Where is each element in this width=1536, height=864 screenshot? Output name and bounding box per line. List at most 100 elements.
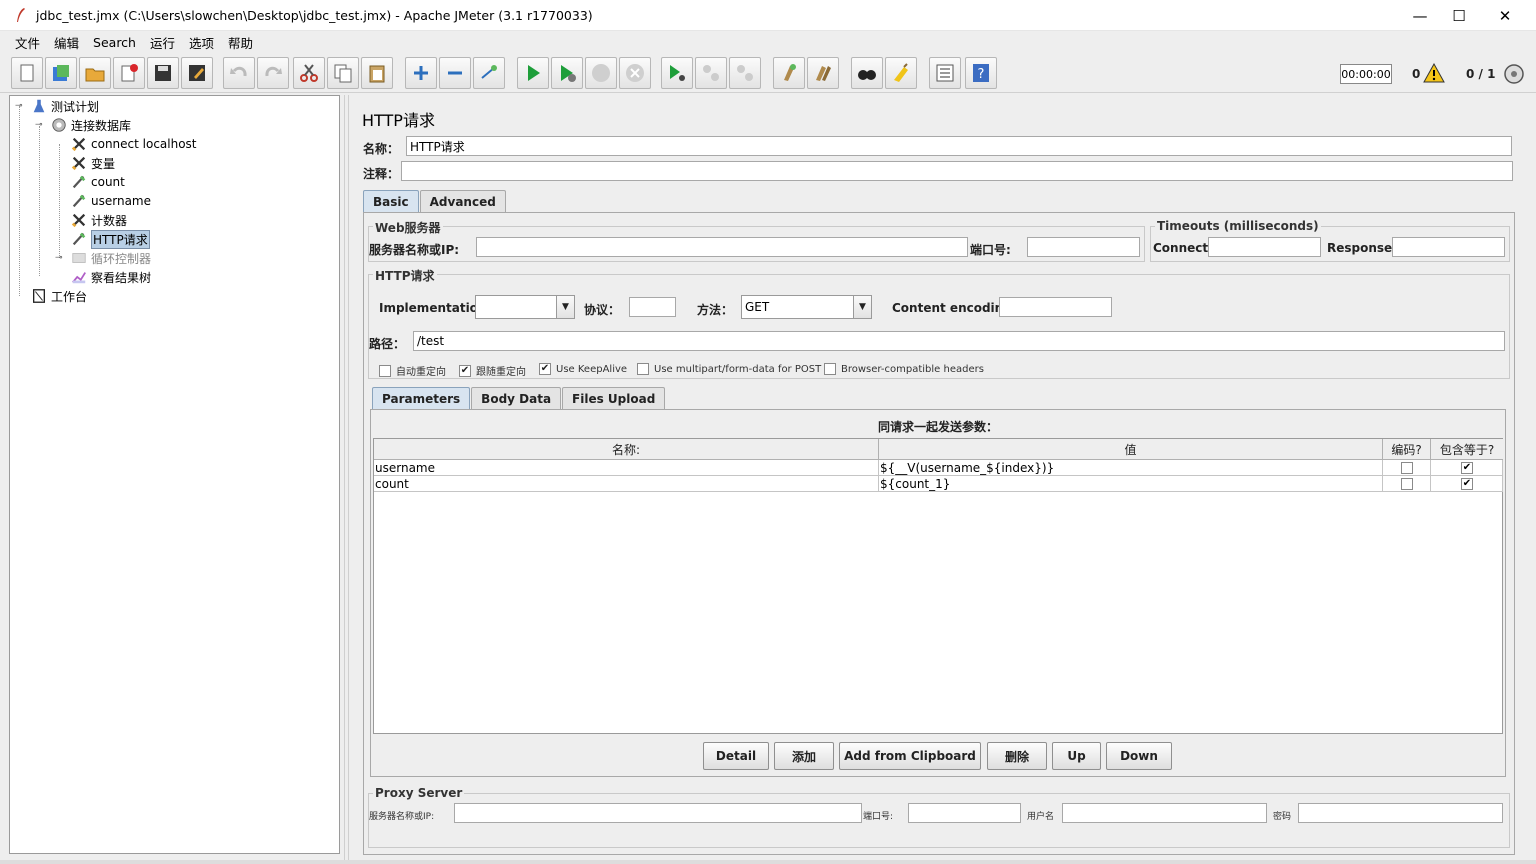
delete-button[interactable]: 删除 [987,742,1047,770]
pane-splitter[interactable] [341,95,350,860]
tree-node-http-request[interactable]: HTTP请求 [70,229,150,249]
path-input[interactable]: /test [413,331,1505,351]
tab-basic[interactable]: Basic [363,190,419,212]
param-name-cell[interactable]: count [374,476,879,492]
warning-icon[interactable] [1423,63,1445,83]
proxy-server-label: 服务器名称或IP: [369,812,435,822]
shutdown-button[interactable] [619,57,651,89]
controller-icon [72,253,86,263]
collapse-all-button[interactable] [439,57,471,89]
add-from-clipboard-button[interactable]: Add from Clipboard [839,742,981,770]
menu-edit[interactable]: 编辑 [47,33,86,52]
proxy-server-input[interactable] [454,803,862,823]
tab-body-data[interactable]: Body Data [471,387,562,409]
tree-node-loop-controller[interactable]: 循环控制器 [70,249,151,267]
detail-button[interactable]: Detail [703,742,769,770]
tree-node-view-results-tree[interactable]: 察看结果树 [70,268,151,286]
param-value-cell[interactable]: ${count_1} [879,476,1383,492]
column-header-value[interactable]: 值 [879,439,1383,460]
open-button[interactable] [79,57,111,89]
implementation-select[interactable]: ▼ [475,295,575,319]
content-encoding-input[interactable] [999,297,1112,317]
proxy-password-input[interactable] [1298,803,1503,823]
method-select[interactable]: GET ▼ [741,295,872,319]
comment-input[interactable] [401,161,1513,181]
maximize-button[interactable]: ☐ [1436,0,1482,31]
content-encoding-label: Content encoding: [892,301,1017,315]
param-encode-checkbox[interactable] [1383,460,1431,476]
expand-all-button[interactable] [405,57,437,89]
param-name-cell[interactable]: username [374,460,879,476]
tree-node-username[interactable]: username [70,192,151,210]
tab-advanced[interactable]: Advanced [419,190,506,212]
menu-search[interactable]: Search [86,35,143,50]
browser-headers-checkbox[interactable]: Browser-compatible headers [824,363,984,375]
close-file-button[interactable] [113,57,145,89]
paste-button[interactable] [361,57,393,89]
connect-timeout-input[interactable] [1208,237,1321,257]
tab-parameters[interactable]: Parameters [372,387,471,409]
undo-button[interactable] [223,57,255,89]
tree-node-workbench[interactable]: 工作台 [30,287,87,305]
param-value-cell[interactable]: ${__V(username_${index})} [879,460,1383,476]
redo-button[interactable] [257,57,289,89]
cut-button[interactable] [293,57,325,89]
help-button[interactable]: ? [965,57,997,89]
copy-button[interactable] [327,57,359,89]
basic-tab-content: Web服务器 服务器名称或IP: 端口号: Timeouts (millisec… [363,212,1515,855]
stop-button[interactable] [585,57,617,89]
close-window-button[interactable]: ✕ [1482,0,1528,31]
column-header-name[interactable]: 名称: [374,439,879,460]
function-helper-button[interactable] [929,57,961,89]
remote-shutdown-button[interactable] [729,57,761,89]
proxy-port-input[interactable] [908,803,1021,823]
multipart-checkbox[interactable]: Use multipart/form-data for POST [637,363,821,375]
tree-expander[interactable]: ⊸ [55,254,63,263]
tree-expander[interactable]: ⊸ [15,102,23,111]
name-input[interactable]: HTTP请求 [406,136,1512,156]
tree-expander[interactable]: ⊸ [35,121,43,130]
remote-start-button[interactable] [661,57,693,89]
toggle-button[interactable] [473,57,505,89]
menu-options[interactable]: 选项 [182,33,221,52]
column-header-encode[interactable]: 编码? [1383,439,1431,460]
column-header-include-equals[interactable]: 包含等于? [1431,439,1503,460]
param-include-equals-checkbox[interactable]: ✔ [1431,460,1503,476]
menu-file[interactable]: 文件 [8,33,47,52]
param-encode-checkbox[interactable] [1383,476,1431,492]
paste-icon [369,65,385,83]
menu-run[interactable]: 运行 [143,33,182,52]
tab-files-upload[interactable]: Files Upload [562,387,666,409]
server-name-input[interactable] [476,237,968,257]
save-as-button[interactable] [181,57,213,89]
clear-all-button[interactable] [807,57,839,89]
clear-button[interactable] [773,57,805,89]
tree-node-test-plan[interactable]: 测试计划 [30,97,99,115]
port-input[interactable] [1027,237,1140,257]
protocol-input[interactable] [629,297,676,317]
auto-redirect-checkbox[interactable]: 自动重定向 [379,363,446,378]
remote-stop-button[interactable] [695,57,727,89]
response-timeout-input[interactable] [1392,237,1505,257]
tree-node-counter[interactable]: 计数器 [70,211,127,229]
proxy-username-input[interactable] [1062,803,1267,823]
start-button[interactable] [517,57,549,89]
save-button[interactable] [147,57,179,89]
param-include-equals-checkbox[interactable]: ✔ [1431,476,1503,492]
tree-node-count[interactable]: count [70,173,125,191]
server-name-label: 服务器名称或IP: [369,243,460,257]
new-button[interactable] [11,57,43,89]
up-button[interactable]: Up [1052,742,1101,770]
reset-search-button[interactable] [885,57,917,89]
menu-help[interactable]: 帮助 [221,33,260,52]
tree-node-thread-group[interactable]: 连接数据库 [50,116,131,134]
down-button[interactable]: Down [1106,742,1172,770]
add-button[interactable]: 添加 [774,742,834,770]
keepalive-checkbox[interactable]: ✔ Use KeepAlive [539,363,627,375]
follow-redirect-checkbox[interactable]: ✔ 跟随重定向 [459,363,526,378]
tree-node-connect-localhost[interactable]: connect localhost [70,135,197,153]
start-no-pause-button[interactable] [551,57,583,89]
tree-node-variables[interactable]: 变量 [70,154,115,172]
search-button[interactable] [851,57,883,89]
templates-button[interactable] [45,57,77,89]
